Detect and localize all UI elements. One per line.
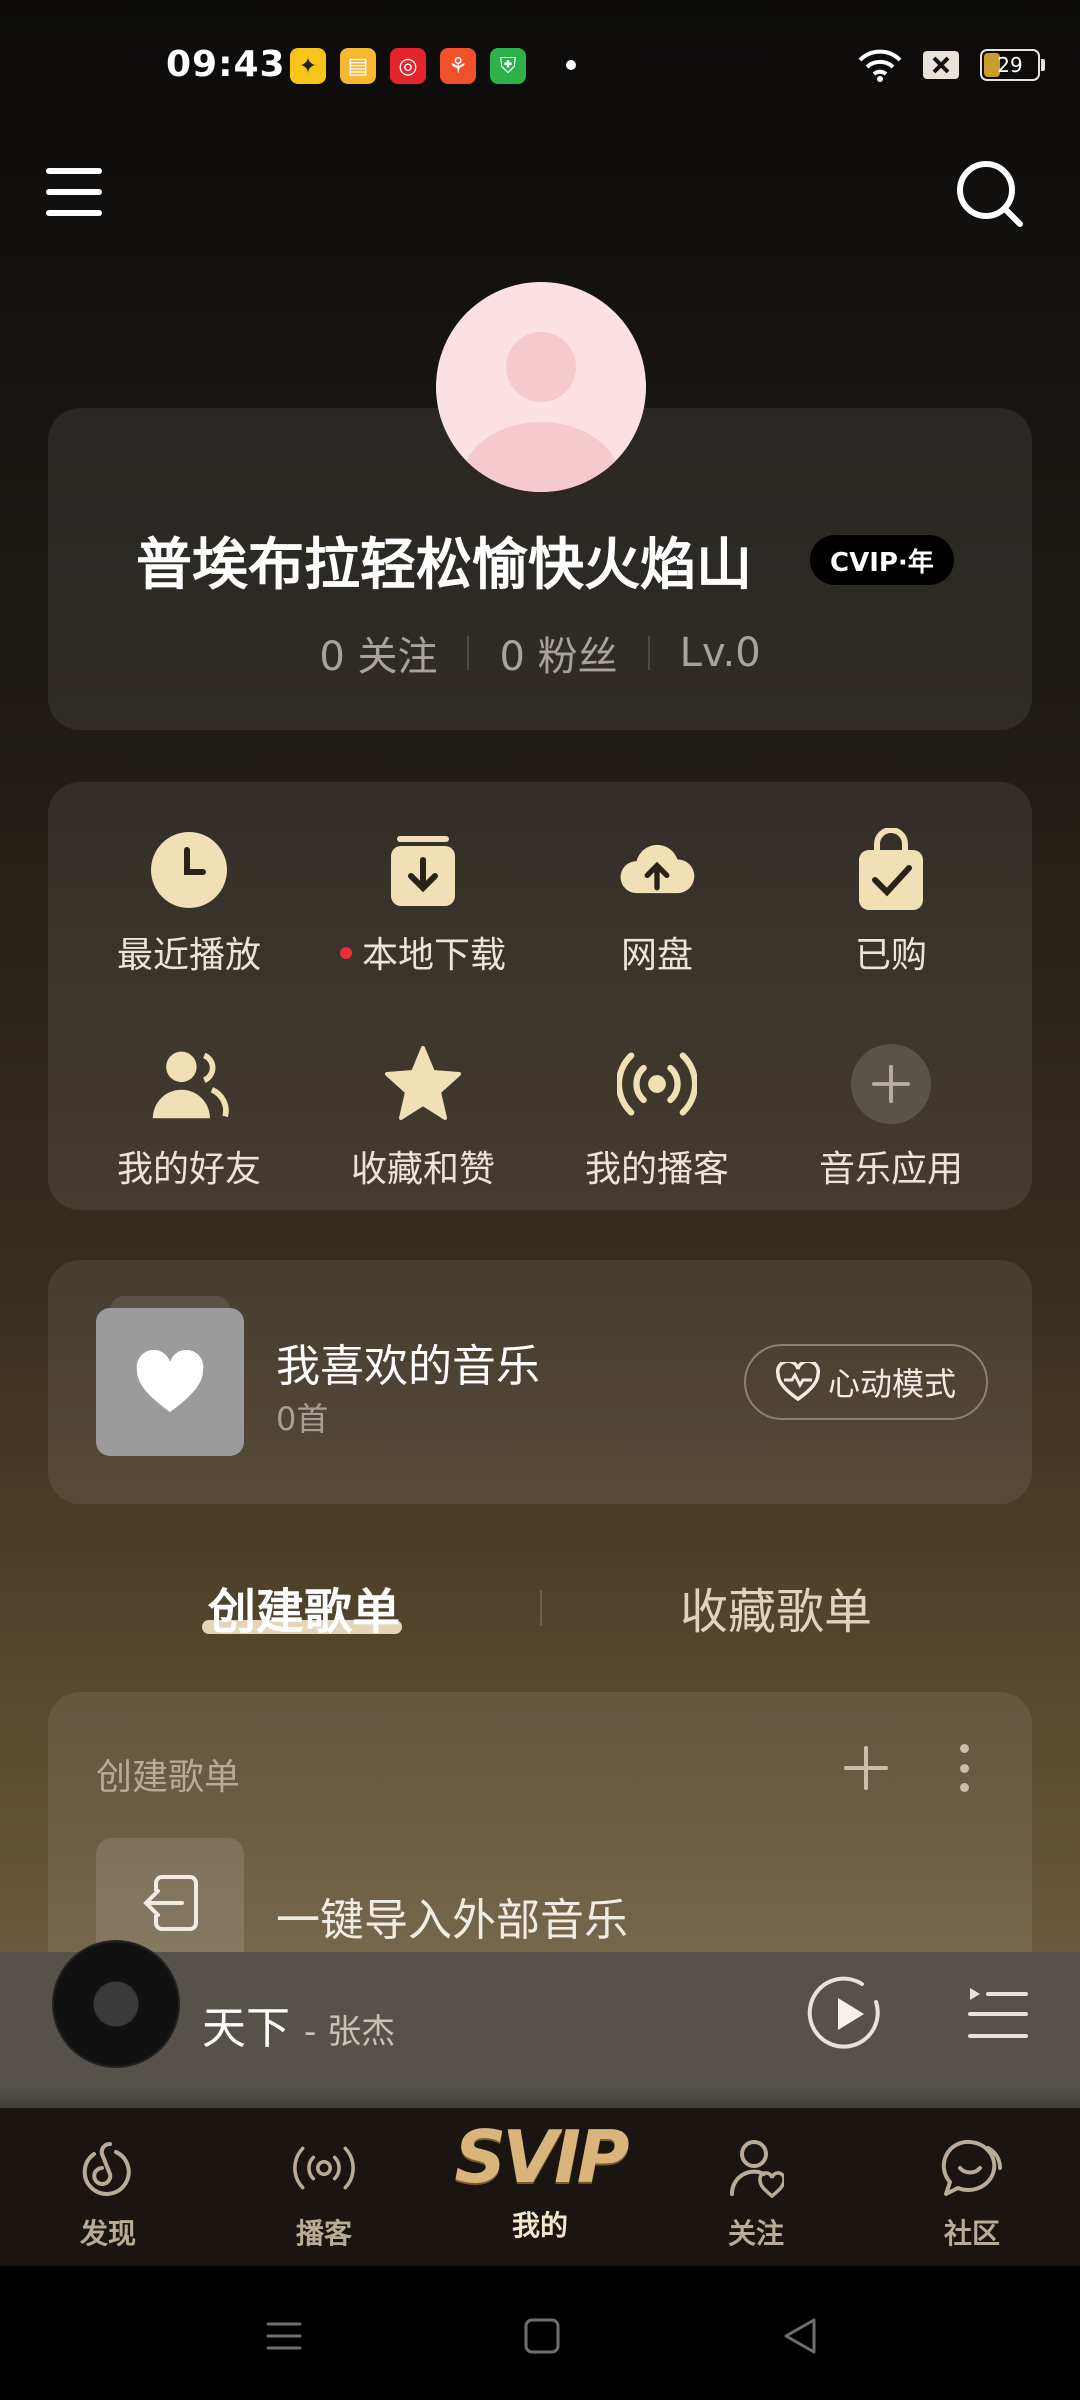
netease-music-icon: ◎	[390, 48, 426, 84]
song-title: 天下	[202, 2003, 290, 2054]
grid-label: 音乐应用	[818, 1149, 963, 1190]
tab-collected-playlists[interactable]: 收藏歌单	[680, 1572, 872, 1642]
liked-music-title[interactable]: 我喜欢的音乐	[276, 1330, 540, 1394]
star-icon	[383, 1044, 463, 1124]
my-podcast-button[interactable]: 我的播客	[540, 1044, 774, 1192]
heart-mode-label: 心动模式	[827, 1365, 956, 1403]
shield-icon: ⛨	[490, 48, 526, 84]
nav-label: 社区	[943, 2217, 1000, 2250]
username[interactable]: 普埃布拉轻松愉快火焰山	[136, 520, 752, 601]
community-icon	[940, 2136, 1004, 2200]
tab-created-playlists[interactable]: 创建歌单	[208, 1572, 400, 1642]
grid-label: 本地下载	[361, 935, 506, 976]
nav-community[interactable]: 社区	[864, 2108, 1080, 2266]
broadcast-icon	[617, 1044, 697, 1124]
app-notification-icon: ▤	[340, 48, 376, 84]
cloud-upload-icon	[617, 830, 697, 910]
grid-label: 最近播放	[116, 935, 261, 976]
follow-icon	[724, 2136, 788, 2200]
grid-label: 网盘	[620, 935, 693, 976]
heart-mode-button[interactable]: 心动模式	[744, 1344, 988, 1420]
grid-label: 收藏和赞	[350, 1149, 495, 1190]
now-playing-info[interactable]: 天下 - 张杰	[202, 1992, 395, 2056]
divider	[467, 636, 470, 670]
home-icon[interactable]	[522, 2316, 562, 2356]
my-friends-button[interactable]: 我的好友	[72, 1044, 306, 1192]
cloud-drive-button[interactable]: 网盘	[540, 830, 774, 978]
notification-app-icons: ✦ ▤ ◎ ⚘ ⛨	[290, 48, 526, 84]
more-notifications-dot	[566, 60, 576, 70]
recent-play-button[interactable]: 最近播放	[72, 830, 306, 978]
avatar[interactable]	[436, 282, 646, 492]
grid-label: 我的好友	[116, 1149, 261, 1190]
shopping-bag-check-icon	[851, 828, 931, 910]
battery-icon: 29	[980, 49, 1045, 81]
nav-label: 播客	[295, 2217, 352, 2250]
battery-level: 29	[997, 53, 1023, 77]
import-music-label[interactable]: 一键导入外部音乐	[276, 1884, 628, 1948]
app-notification-icon: ⚘	[440, 48, 476, 84]
vip-badge[interactable]: CVIP·年	[810, 535, 954, 585]
divider	[647, 636, 650, 670]
profile-stats: 0 关注 0 粉丝 Lv.0	[0, 624, 1080, 682]
divider	[540, 1590, 542, 1626]
nav-podcast[interactable]: 播客	[216, 2108, 432, 2266]
fans-count[interactable]: 0 粉丝	[499, 624, 617, 682]
add-playlist-icon[interactable]	[842, 1744, 890, 1792]
grid-label: 已购	[854, 935, 927, 976]
user-level[interactable]: Lv.0	[680, 630, 761, 676]
music-apps-button[interactable]: 音乐应用	[774, 1044, 1008, 1192]
status-right: 29	[858, 48, 1045, 82]
following-count[interactable]: 0 关注	[319, 624, 437, 682]
podcast-icon	[292, 2136, 356, 2200]
app-notification-icon: ✦	[290, 48, 326, 84]
favorites-likes-button[interactable]: 收藏和赞	[306, 1044, 540, 1192]
play-icon[interactable]	[804, 1972, 888, 2056]
bottom-navigation: 发现 播客 SVIP 我的 关注 社区	[0, 2108, 1080, 2266]
liked-music-count: 0首	[276, 1400, 329, 1438]
wifi-icon	[858, 49, 902, 82]
nav-follow[interactable]: 关注	[648, 2108, 864, 2266]
menu-icon[interactable]	[46, 168, 102, 216]
nav-label: 我的	[511, 2209, 568, 2242]
search-icon[interactable]	[954, 158, 1026, 230]
plus-circle-icon	[851, 1044, 931, 1124]
mini-player-shadow	[0, 2086, 1080, 2108]
nav-label: 发现	[79, 2217, 136, 2250]
no-sim-icon	[923, 51, 959, 79]
friends-icon	[149, 1044, 229, 1124]
discover-icon	[76, 2136, 140, 2200]
local-download-button[interactable]: 本地下载	[306, 830, 540, 978]
new-badge-dot	[339, 947, 352, 959]
liked-music-cover[interactable]	[96, 1308, 244, 1456]
recent-apps-icon[interactable]	[264, 2316, 304, 2356]
album-art[interactable]	[52, 1940, 180, 2068]
purchased-button[interactable]: 已购	[774, 828, 1008, 978]
download-icon	[383, 830, 463, 910]
status-time: 09:43	[166, 44, 286, 85]
heart-icon	[136, 1350, 204, 1412]
back-icon[interactable]	[780, 2316, 820, 2356]
playlist-section-header: 创建歌单	[96, 1757, 241, 1798]
artist-name: - 张杰	[304, 2012, 396, 2052]
playlist-queue-icon[interactable]	[966, 1984, 1030, 2044]
nav-label: 关注	[727, 2217, 784, 2250]
more-options-icon[interactable]	[958, 1744, 970, 1792]
svip-logo: SVIP	[454, 2115, 629, 2199]
nav-mine[interactable]: SVIP 我的	[432, 2108, 648, 2266]
import-icon	[143, 1875, 198, 1931]
clock-icon	[149, 830, 229, 910]
nav-discover[interactable]: 发现	[0, 2108, 216, 2266]
grid-label: 我的播客	[584, 1149, 729, 1190]
heart-wave-icon	[775, 1362, 820, 1402]
